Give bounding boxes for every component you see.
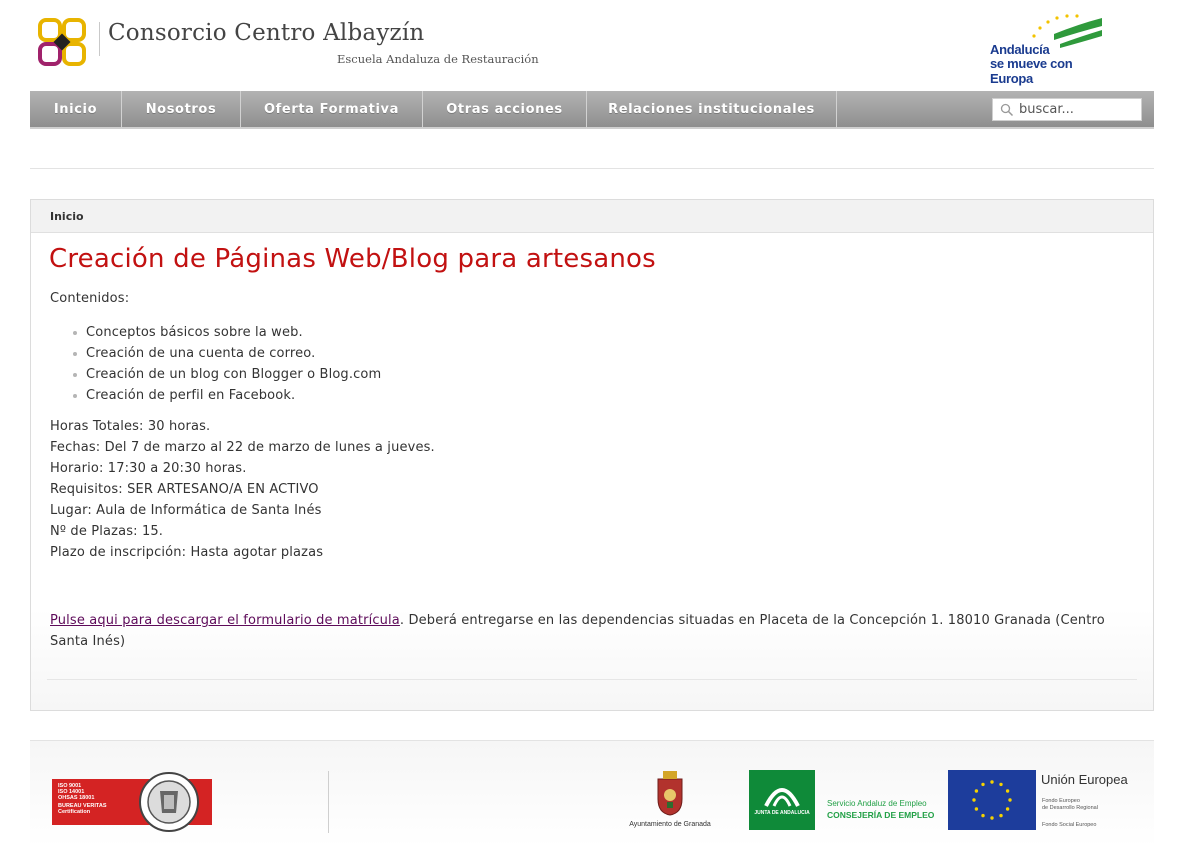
panel-divider: [47, 679, 1137, 680]
breadcrumb-bar: Inicio: [31, 200, 1153, 233]
granada-coat-of-arms-icon: [657, 771, 683, 816]
eu-title: Unión Europea: [1041, 772, 1128, 787]
nav-item-nosotros[interactable]: Nosotros: [122, 91, 241, 129]
eu-fund-label: Fondo Social Europeo: [1042, 822, 1097, 828]
ayuntamiento-label: Ayuntamiento de Granada: [629, 821, 711, 828]
site-header: Consorcio Centro Albayzín Escuela Andalu…: [0, 0, 1200, 90]
nav-item-otras-acciones[interactable]: Otras acciones: [423, 91, 587, 129]
search-box[interactable]: [992, 98, 1142, 121]
detail-seats: Nº de Plazas: 15.: [50, 524, 164, 539]
list-item: Creación de un blog con Blogger o Blog.c…: [71, 366, 381, 387]
contents-label: Contenidos:: [50, 291, 130, 306]
eu-fund-label: de Desarrollo Regional: [1042, 805, 1098, 811]
eu-flag-icon[interactable]: [948, 770, 1036, 830]
search-input[interactable]: [1019, 99, 1139, 120]
ayuntamiento-granada-logo[interactable]: Ayuntamiento de Granada: [620, 769, 720, 833]
list-item: Creación de perfil en Facebook.: [71, 387, 381, 408]
site-subtitle: Escuela Andaluza de Restauración: [337, 52, 539, 66]
contents-list: Conceptos básicos sobre la web. Creación…: [71, 324, 381, 408]
cert-line: OHSAS 18001: [58, 795, 95, 801]
download-paragraph: Pulse aqui para descargar el formulario …: [50, 610, 1140, 652]
detail-total-hours: Horas Totales: 30 horas.: [50, 419, 211, 434]
junta-andalucia-logo[interactable]: JUNTA DE ANDALUCIA: [749, 770, 815, 830]
consorcio-logo-icon[interactable]: [38, 18, 86, 66]
sae-label: Servicio Andaluz de Empleo: [827, 799, 927, 808]
bureau-veritas-logo[interactable]: ISO 9001 ISO 14001 OHSAS 18001 BUREAU VE…: [52, 771, 214, 837]
breadcrumb[interactable]: Inicio: [50, 210, 84, 223]
content-panel: Inicio Creación de Páginas Web/Blog para…: [30, 199, 1154, 711]
andalucia-slogan: se mueve con Europa: [990, 56, 1073, 86]
andalucia-label: Andalucía: [990, 42, 1050, 57]
site-footer: ISO 9001 ISO 14001 OHSAS 18001 BUREAU VE…: [30, 740, 1154, 847]
page-title: Creación de Páginas Web/Blog para artesa…: [49, 244, 656, 274]
nav-item-inicio[interactable]: Inicio: [30, 91, 122, 129]
detail-schedule: Horario: 17:30 a 20:30 horas.: [50, 461, 247, 476]
eu-stars-icon: [972, 780, 1012, 820]
nav-item-oferta-formativa[interactable]: Oferta Formativa: [241, 91, 423, 129]
cert-line: Certification: [58, 809, 91, 815]
nav-item-relaciones-institucionales[interactable]: Relaciones institucionales: [587, 91, 837, 129]
download-form-link[interactable]: Pulse aqui para descargar el formulario …: [50, 613, 400, 628]
header-divider: [99, 22, 100, 56]
main-navigation: Inicio Nosotros Oferta Formativa Otras a…: [30, 91, 1154, 129]
site-title[interactable]: Consorcio Centro Albayzín: [108, 20, 424, 46]
junta-label: JUNTA DE ANDALUCIA: [754, 810, 810, 816]
eu-fund-label: Fondo Europeo: [1042, 798, 1080, 804]
bureau-veritas-seal-icon: [139, 772, 199, 832]
andalucia-europa-logo: Andalucía se mueve con Europa: [988, 14, 1104, 86]
list-item: Creación de una cuenta de correo.: [71, 345, 381, 366]
footer-divider: [328, 771, 329, 833]
detail-registration-period: Plazo de inscripción: Hasta agotar plaza…: [50, 545, 324, 560]
search-icon[interactable]: [1000, 103, 1014, 117]
detail-dates: Fechas: Del 7 de marzo al 22 de marzo de…: [50, 440, 435, 455]
detail-requirements: Requisitos: SER ARTESANO/A EN ACTIVO: [50, 482, 319, 497]
list-item: Conceptos básicos sobre la web.: [71, 324, 381, 345]
junta-arch-icon: [764, 788, 800, 807]
consejeria-label: CONSEJERÍA DE EMPLEO: [827, 810, 935, 820]
detail-location: Lugar: Aula de Informática de Santa Inés: [50, 503, 322, 518]
header-separator: [30, 168, 1154, 169]
